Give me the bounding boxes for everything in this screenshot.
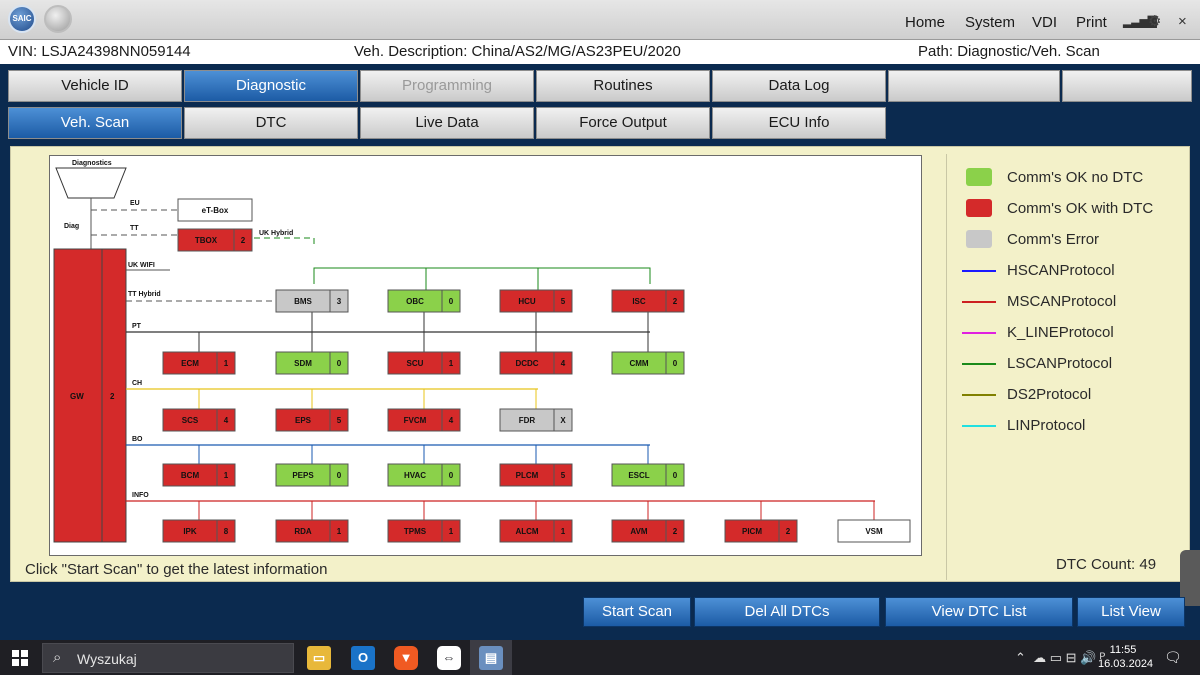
brand-logo-icon (44, 5, 72, 33)
notification-icon[interactable]: 🗨 (1164, 649, 1182, 666)
legend-ds2-line (962, 394, 996, 396)
file-explorer-icon[interactable]: ▭ (307, 646, 331, 670)
vin-text: VIN: LSJA24398NN059144 (8, 43, 191, 60)
path-text: Path: Diagnostic/Veh. Scan (918, 43, 1100, 60)
search-placeholder: Wyszukaj (77, 651, 137, 667)
legend-error-label: Comm's Error (1007, 231, 1100, 248)
brave-browser-icon[interactable]: ▼ (394, 646, 418, 670)
tab-programming[interactable]: Programming (360, 70, 534, 102)
legend-ds2-label: DS2Protocol (1007, 386, 1092, 403)
dtc-count: DTC Count: 49 (1056, 556, 1157, 573)
list-view-button[interactable]: List View (1077, 597, 1185, 627)
start-scan-button[interactable]: Start Scan (583, 597, 691, 627)
tab-dtc[interactable]: DTC (184, 107, 358, 139)
tab-veh-scan[interactable]: Veh. Scan (8, 107, 182, 139)
legend-lin-label: LINProtocol (1007, 417, 1086, 434)
tab-vehicle-id[interactable]: Vehicle ID (8, 70, 182, 102)
gear-icon[interactable]: ⚙ (1148, 12, 1161, 30)
legend-kline-label: K_LINEProtocol (1007, 324, 1114, 341)
tab-routines[interactable]: Routines (536, 70, 710, 102)
menu-home[interactable]: Home (905, 14, 945, 31)
legend-mscan-label: MSCANProtocol (1007, 293, 1117, 310)
legend-kline-line (962, 332, 996, 334)
taskbar-clock[interactable]: 11:55 16.03.2024 (1098, 643, 1154, 671)
clock-time: 11:55 (1109, 644, 1137, 656)
diagnostic-app-window: SAIC Home System VDI Print ▂▃▅▇ ⚙ × VIN:… (0, 0, 1200, 640)
legend-lscan-label: LSCANProtocol (1007, 355, 1113, 372)
teamviewer-icon[interactable]: ⇔ (437, 646, 461, 670)
menu-print[interactable]: Print (1076, 14, 1107, 31)
title-bar: SAIC Home System VDI Print ▂▃▅▇ ⚙ × (0, 0, 1200, 40)
outlook-icon[interactable]: O (351, 646, 375, 670)
taskbar-search-input[interactable]: ⌕ Wyszukaj (42, 643, 294, 673)
del-all-dtcs-button[interactable]: Del All DTCs (694, 597, 880, 627)
legend-dtc-swatch (966, 199, 992, 217)
clock-date: 16.03.2024 (1098, 658, 1154, 670)
system-tray[interactable]: ⌃ ☁ ▭ ⊟ 🔊 ᴾ (1015, 650, 1105, 666)
legend-hscan-label: HSCANProtocol (1007, 262, 1115, 279)
legend-divider (946, 154, 947, 580)
saic-logo: SAIC (8, 5, 36, 33)
vehicle-info-bar: VIN: LSJA24398NN059144 Veh. Description:… (0, 40, 1200, 64)
close-icon[interactable]: × (1178, 13, 1187, 30)
legend-ok-label: Comm's OK no DTC (1007, 169, 1144, 186)
search-icon: ⌕ (53, 649, 62, 666)
windows-taskbar: ⌕ Wyszukaj ▭ O ▼ ⇔ ▤ ⌃ ☁ ▭ ⊟ 🔊 ᴾ 11:55 1… (0, 640, 1200, 675)
menu-system[interactable]: System (965, 14, 1015, 31)
windows-start-icon[interactable] (12, 650, 28, 666)
legend-mscan-line (962, 301, 996, 303)
tab-empty-1 (888, 70, 1060, 102)
legend-dtc-label: Comm's OK with DTC (1007, 200, 1154, 217)
legend-hscan-line (962, 270, 996, 272)
tab-force-output[interactable]: Force Output (536, 107, 710, 139)
tab-ecu-info[interactable]: ECU Info (712, 107, 886, 139)
diagnostic-app-icon[interactable]: ▤ (479, 646, 503, 670)
tab-live-data[interactable]: Live Data (360, 107, 534, 139)
legend-panel: Comm's OK no DTC Comm's OK with DTC Comm… (0, 146, 1200, 582)
tab-data-log[interactable]: Data Log (712, 70, 886, 102)
legend-ok-swatch (966, 168, 992, 186)
tab-empty-2 (1062, 70, 1192, 102)
menu-vdi[interactable]: VDI (1032, 14, 1057, 31)
legend-error-swatch (966, 230, 992, 248)
vehicle-description: Veh. Description: China/AS2/MG/AS23PEU/2… (354, 43, 681, 60)
tab-diagnostic[interactable]: Diagnostic (184, 70, 358, 102)
legend-lin-line (962, 425, 996, 427)
view-dtc-list-button[interactable]: View DTC List (885, 597, 1073, 627)
legend-lscan-line (962, 363, 996, 365)
